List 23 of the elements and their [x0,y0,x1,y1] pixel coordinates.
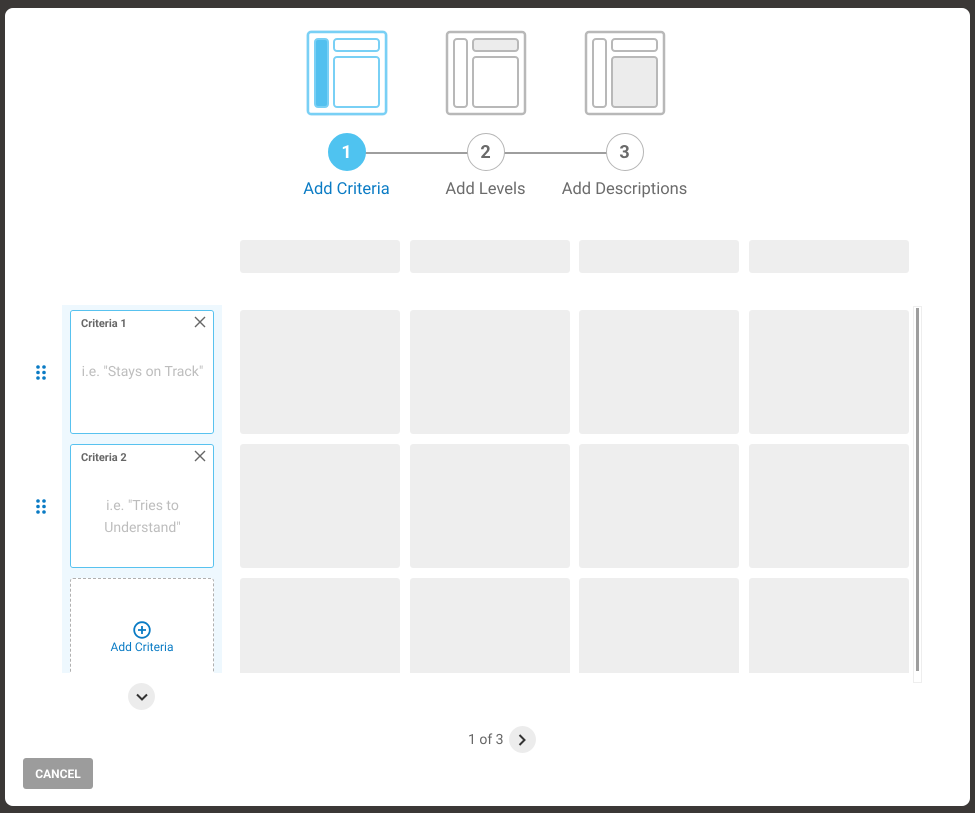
step-label[interactable]: Add Descriptions [562,180,688,199]
scrollbar[interactable] [913,306,922,683]
step-label[interactable]: Add Criteria [303,180,390,199]
step-label[interactable]: Add Levels [445,180,526,199]
close-icon[interactable] [194,450,208,464]
layout-icon [306,30,388,116]
criteria-field[interactable]: i.e. "Stays on Track" [81,330,208,427]
add-criteria-button[interactable]: Add Criteria [70,578,214,673]
layout-icon [584,30,666,116]
close-icon[interactable] [194,316,208,330]
plus-icon [133,621,151,639]
criteria-title: Criteria 2 [81,450,127,464]
drag-handle-icon[interactable] [36,498,46,514]
cancel-button[interactable]: CANCEL [23,758,93,789]
next-page-button[interactable] [508,726,536,753]
criteria-title: Criteria 1 [81,316,127,330]
page-indicator: 1 of 3 [468,732,504,748]
criteria-field[interactable]: i.e. "Tries to Understand" [81,464,208,561]
step-number[interactable]: 3 [606,133,644,171]
drag-handle-icon[interactable] [36,364,46,380]
layout-icon [444,30,526,116]
expand-button[interactable] [128,683,155,710]
step-number[interactable]: 2 [466,133,504,171]
